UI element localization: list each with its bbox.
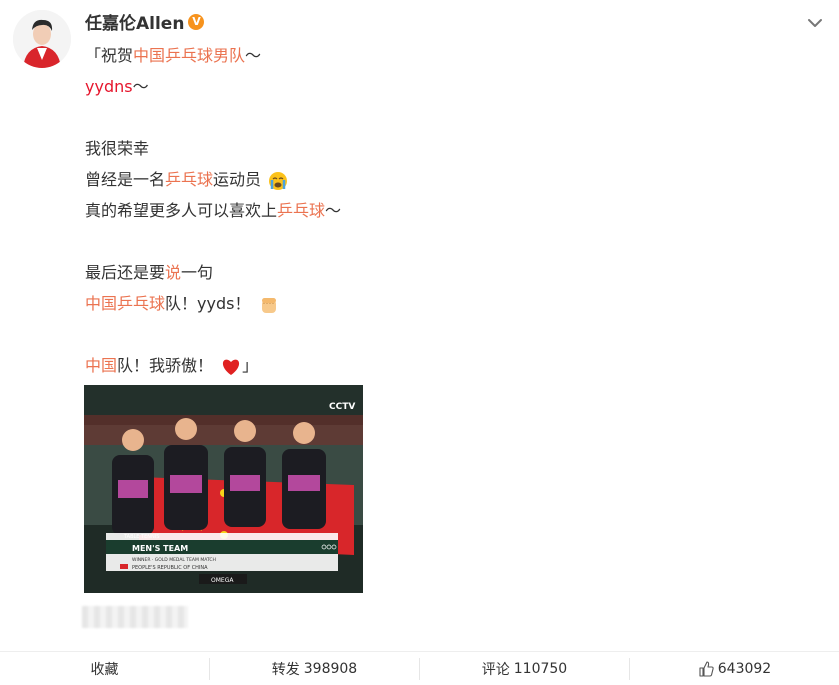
topic-link[interactable]: 中国乒乓球男队 (133, 46, 245, 65)
topic-link[interactable]: 乒乓球 (165, 170, 213, 189)
blurred-source-text (82, 606, 188, 628)
repost-button[interactable]: 转发 398908 (210, 652, 419, 685)
repost-count: 398908 (303, 660, 358, 677)
favorite-button[interactable]: 收藏 (0, 652, 209, 685)
thumbs-up-icon (699, 660, 714, 677)
post-line: 中国乒乓球队！yyds！ (85, 288, 341, 319)
post-line: 「祝贺中国乒乓球男队～ (85, 46, 262, 65)
user-name[interactable]: 任嘉伦Allen (85, 9, 184, 34)
red-heart-icon (223, 359, 240, 375)
post-text: 「祝贺中国乒乓球男队～ yydns～ 我很荣幸 曾经是一名乒乓球运动员 真的希望… (85, 40, 341, 381)
user-avatar[interactable] (13, 10, 71, 68)
post-line: 真的希望更多人可以喜欢上乒乓球～ (85, 201, 342, 220)
comment-button[interactable]: 评论 110750 (420, 652, 629, 685)
action-bar: 收藏 转发 398908 评论 110750 643092 (0, 651, 839, 685)
like-count: 643092 (717, 660, 772, 677)
post-line: 最后还是要说一句 (85, 263, 214, 282)
topic-link[interactable]: 说 (165, 263, 181, 282)
svg-text:MEN'S TEAM: MEN'S TEAM (132, 544, 188, 553)
text-link[interactable]: yydns (85, 77, 133, 96)
like-button[interactable]: 643092 (630, 652, 839, 685)
topic-link[interactable]: 中国乒乓球 (85, 294, 165, 313)
fist-icon (261, 297, 276, 313)
post-line: 曾经是一名乒乓球运动员 (85, 164, 341, 195)
post-image[interactable]: CCTV TABLE TENNIS MEN'S TEAM WINNER · GO… (84, 385, 363, 593)
chevron-down-icon[interactable] (806, 14, 824, 32)
topic-link[interactable]: 乒乓球 (277, 201, 325, 220)
crying-face-icon (269, 171, 288, 190)
broadcaster-logo: CCTV (329, 402, 355, 412)
svg-text:PEOPLE'S REPUBLIC OF CHINA: PEOPLE'S REPUBLIC OF CHINA (132, 565, 208, 571)
post-line: 我很荣幸 (85, 139, 150, 158)
post-line: 中国队！我骄傲！ 」 (85, 356, 259, 375)
post-line: yydns～ (85, 77, 149, 96)
svg-text:WINNER · GOLD MEDAL TEAM MATCH: WINNER · GOLD MEDAL TEAM MATCH (132, 557, 216, 563)
svg-text:TABLE TENNIS: TABLE TENNIS (123, 534, 159, 540)
verified-badge-icon: V (188, 13, 205, 30)
svg-text:OMEGA: OMEGA (211, 577, 234, 584)
comment-count: 110750 (513, 660, 568, 677)
topic-link[interactable]: 中国 (85, 356, 117, 375)
